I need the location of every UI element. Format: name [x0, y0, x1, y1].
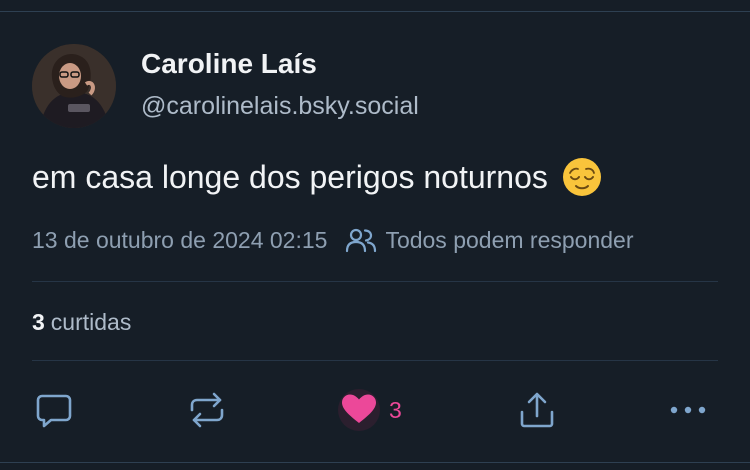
post-text: em casa longe dos perigos noturnos	[32, 158, 548, 195]
more-options-button[interactable]	[668, 390, 708, 430]
post-meta: 13 de outubro de 2024 02:15 Todos podem …	[32, 226, 634, 254]
reply-button[interactable]	[34, 390, 74, 430]
stats-divider	[32, 360, 718, 361]
reply-icon	[36, 394, 72, 428]
post-timestamp[interactable]: 13 de outubro de 2024 02:15	[32, 227, 327, 254]
relieved-face-emoji	[562, 158, 601, 196]
post-text-row: em casa longe dos perigos noturnos	[32, 157, 602, 197]
top-divider	[0, 11, 750, 12]
author-handle[interactable]: @carolinelais.bsky.social	[141, 92, 419, 121]
likes-summary[interactable]: 3 curtidas	[32, 309, 131, 336]
share-button[interactable]	[517, 390, 557, 430]
repost-icon	[190, 392, 224, 428]
bottom-divider	[0, 462, 750, 463]
like-button[interactable]: 3	[337, 389, 402, 431]
likes-label: curtidas	[50, 309, 132, 335]
reply-setting: Todos podem responder	[345, 226, 634, 254]
like-count: 3	[389, 396, 402, 423]
avatar-photo	[32, 44, 116, 128]
share-icon	[520, 392, 554, 428]
reply-setting-label: Todos podem responder	[385, 226, 634, 253]
likes-count: 3	[32, 309, 45, 335]
repost-button[interactable]	[187, 390, 227, 430]
meta-divider	[32, 281, 718, 282]
avatar[interactable]	[32, 44, 116, 128]
author-display-name[interactable]: Caroline Laís	[141, 48, 317, 80]
more-options-icon	[670, 406, 706, 414]
heart-icon	[338, 389, 380, 431]
people-icon	[346, 228, 377, 253]
